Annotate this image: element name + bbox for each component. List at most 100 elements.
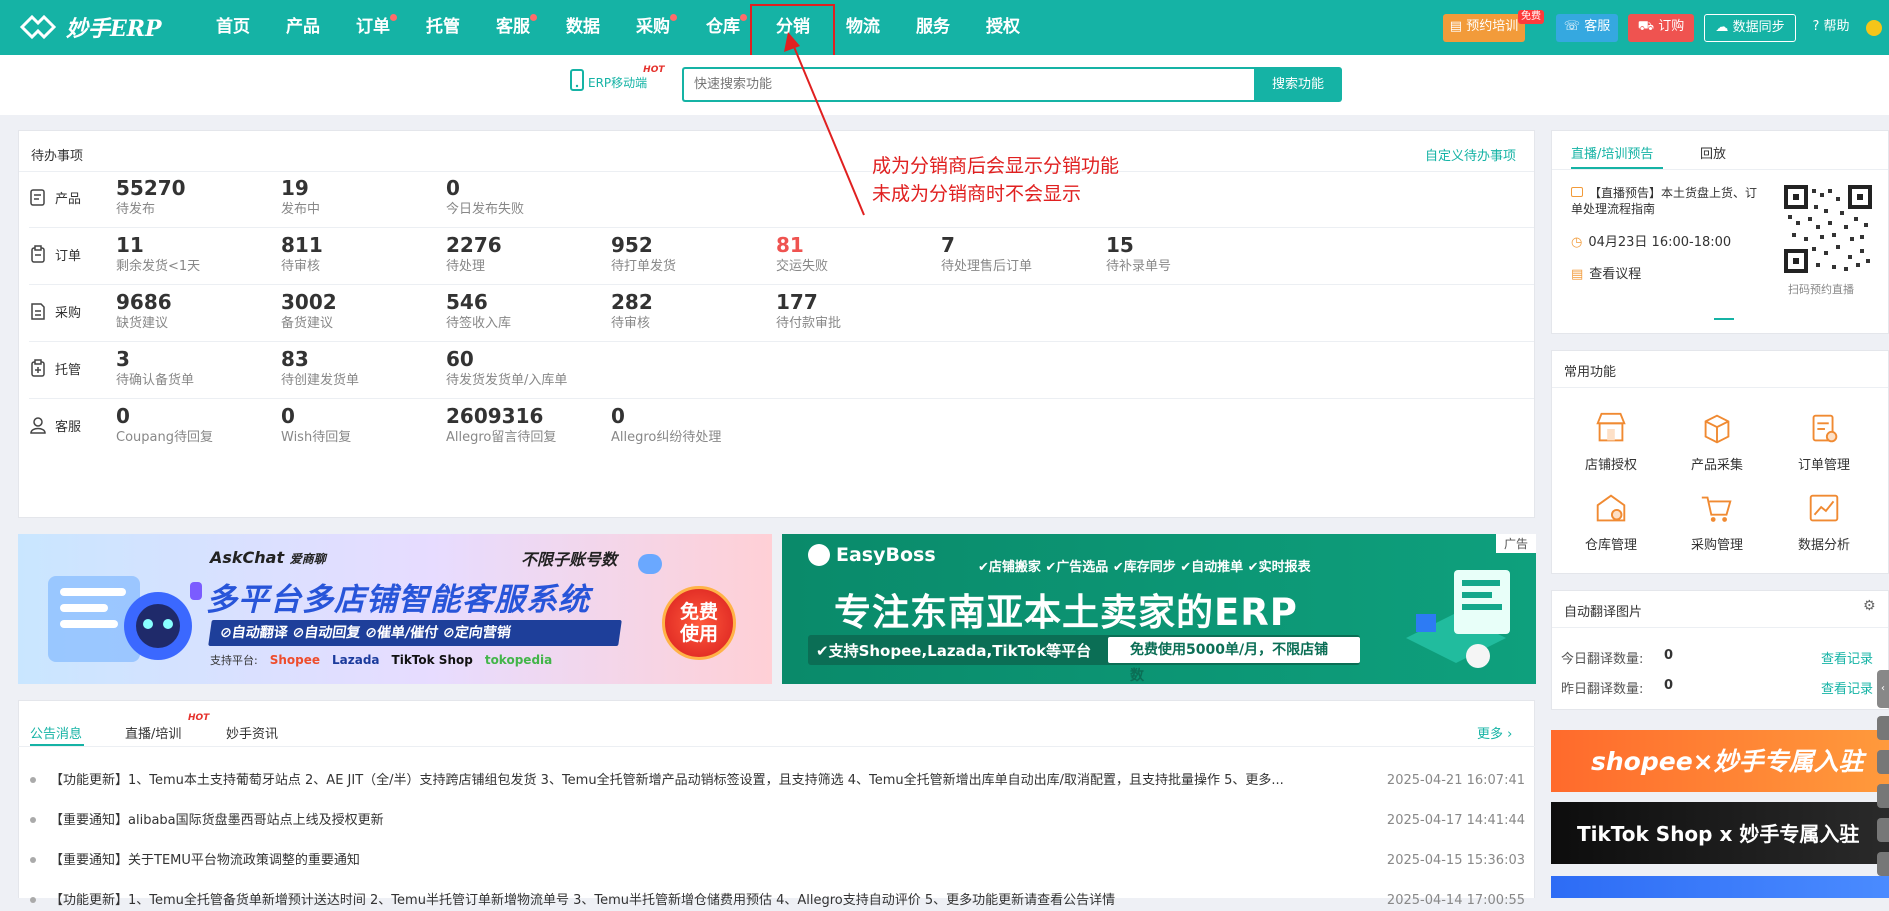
todo-row-label-text: 托管 [55, 363, 82, 378]
store-auth-icon [1596, 412, 1626, 442]
live-agenda-row[interactable]: ▤ 查看议程 [1571, 263, 1641, 282]
help-label: 帮助 [1823, 19, 1850, 34]
easyboss-banner[interactable]: EasyBoss 广告 ✔店铺搬家 ✔广告选品 ✔库存同步 ✔自动推单 ✔实时报… [782, 534, 1536, 684]
todo-row-label: 客服 [29, 416, 81, 435]
nav-item-5[interactable]: 数据 [553, 0, 613, 55]
todo-stat[interactable]: 282 待审核 [611, 289, 801, 333]
news-item[interactable]: 【功能更新】1、Temu全托管备货单新增预计送达时间 2、Temu半托管订单新增… [30, 891, 1525, 911]
qr-code-image[interactable] [1784, 185, 1872, 273]
help-button[interactable]: ? 帮助 [1806, 14, 1856, 42]
news-item[interactable]: 【重要通知】alibaba国际货盘墨西哥站点上线及授权更新 2025-04-17 … [30, 811, 1525, 831]
todo-stat[interactable]: 2276 待处理 [446, 232, 636, 276]
order-button[interactable]: ⛟ 订购 [1628, 14, 1694, 42]
news-item[interactable]: 【功能更新】1、Temu本土支持葡萄牙站点 2、AE JIT（全/半）支持跨店铺… [30, 771, 1525, 791]
nav-item-6[interactable]: 采购 [623, 0, 683, 55]
todo-stat[interactable]: 15 待补录单号 [1106, 232, 1296, 276]
nav-item-label: 服务 [916, 17, 950, 37]
todo-stat-label: 今日发布失败 [446, 202, 525, 217]
side-tool-3[interactable] [1877, 784, 1889, 808]
common-function-0[interactable]: 店铺授权 [1566, 410, 1656, 473]
todo-stat[interactable]: 19 发布中 [281, 175, 471, 219]
common-function-1[interactable]: 产品采集 [1672, 410, 1762, 473]
side-tool-2[interactable] [1877, 750, 1889, 774]
todo-stat[interactable]: 81 交运失败 [776, 232, 966, 276]
live-tab-preview[interactable]: 直播/培训预告 [1571, 143, 1653, 162]
news-item-date: 2025-04-14 17:00:55 [1386, 893, 1525, 908]
side-collapse-button[interactable]: ‹ [1877, 670, 1889, 708]
todo-stat-value: 11 [116, 233, 144, 257]
todo-row-2: 采购 9686 缺货建议 3002 备货建议 546 待签收入库 282 待审核 177 待付款审批 [29, 285, 1534, 342]
todo-stat-value: 19 [281, 176, 309, 200]
erp-mobile-link[interactable]: ERP移动端 HOT [570, 65, 669, 91]
customize-todo-link[interactable]: 自定义待办事项 [1425, 145, 1516, 164]
data-sync-button[interactable]: ☁ 数据同步 [1704, 14, 1796, 42]
askchat-banner[interactable]: AskChat 爱商聊 不限子账号数 多平台多店铺智能客服系统 ⊘自动翻译 ⊘自… [18, 534, 772, 684]
todo-stat[interactable]: 3002 备货建议 [281, 289, 471, 333]
service-button[interactable]: ☏ 客服 [1556, 14, 1618, 42]
news-item[interactable]: 【重要通知】关于TEMU平台物流政策调整的重要通知 2025-04-15 15:3… [30, 851, 1525, 871]
todo-stat[interactable]: 9686 缺货建议 [116, 289, 306, 333]
askchat-brand: AskChat 爱商聊 [210, 548, 326, 567]
brand-logo[interactable]: 妙手ERP [18, 10, 162, 44]
nav-item-0[interactable]: 首页 [203, 0, 263, 55]
nav-item-7[interactable]: 仓库 [693, 0, 753, 55]
common-function-2[interactable]: 订单管理 [1779, 410, 1869, 473]
side-tool-4[interactable] [1877, 818, 1889, 842]
nav-item-10[interactable]: 服务 [903, 0, 963, 55]
easyboss-headline: 专注东南亚本土卖家的ERP [834, 591, 1298, 634]
shopee-promo-banner[interactable]: shopee×妙手专属入驻 [1551, 730, 1889, 792]
todo-stat[interactable]: 7 待处理售后订单 [941, 232, 1131, 276]
nav-item-2[interactable]: 订单 [343, 0, 403, 55]
news-tab-1[interactable]: 直播/培训 HOT [125, 713, 209, 742]
order-label: 订购 [1658, 19, 1685, 34]
todo-stat[interactable]: 0 Wish待回复 [281, 403, 471, 447]
todo-stat-label: 待审核 [281, 259, 321, 274]
news-item-date: 2025-04-15 15:36:03 [1386, 853, 1525, 868]
todo-stat[interactable]: 83 待创建发货单 [281, 346, 471, 390]
chat-bubble-icon [638, 554, 662, 574]
nav-item-11[interactable]: 授权 [973, 0, 1033, 55]
todo-stat[interactable]: 55270 待发布 [116, 175, 306, 219]
todo-stat[interactable]: 546 待签收入库 [446, 289, 636, 333]
training-button[interactable]: ▤ 预约培训 [1443, 14, 1525, 42]
todo-stat[interactable]: 0 今日发布失败 [446, 175, 636, 219]
news-more-link[interactable]: 更多 › [1477, 723, 1512, 742]
settings-gear-icon[interactable]: ⚙ [1863, 598, 1876, 614]
news-tab-0[interactable]: 公告消息 [30, 723, 82, 742]
vip-avatar[interactable] [1866, 20, 1882, 36]
askchat-free-badge: 免费使用 [662, 586, 736, 660]
todo-stat[interactable]: 11 剩余发货<1天 [116, 232, 306, 276]
todo-stat[interactable]: 811 待审核 [281, 232, 471, 276]
todo-stat[interactable]: 3 待确认备货单 [116, 346, 306, 390]
product-collect-icon [1704, 414, 1730, 444]
common-function-5[interactable]: 数据分析 [1779, 490, 1869, 553]
cloud-icon: ☁ [1715, 20, 1729, 35]
side-tool-1[interactable] [1877, 716, 1889, 740]
nav-item-4[interactable]: 客服 [483, 0, 543, 55]
view-records-link[interactable]: 查看记录 [1821, 678, 1873, 697]
todo-stat[interactable]: 177 待付款审批 [776, 289, 966, 333]
common-function-4[interactable]: 采购管理 [1672, 490, 1762, 553]
side-tool-5[interactable] [1877, 852, 1889, 876]
view-records-link[interactable]: 查看记录 [1821, 648, 1873, 667]
tiktok-promo-banner[interactable]: TikTok Shop x 妙手专属入驻 [1551, 802, 1889, 864]
free-badge-label: 免费使用 [679, 601, 718, 645]
todo-stat[interactable]: 952 待打单发货 [611, 232, 801, 276]
common-function-3[interactable]: 仓库管理 [1566, 490, 1656, 553]
nav-item-3[interactable]: 托管 [413, 0, 473, 55]
nav-item-1[interactable]: 产品 [273, 0, 333, 55]
search-button[interactable]: 搜索功能 [1254, 67, 1342, 102]
search-input[interactable] [682, 67, 1254, 102]
blue-promo-banner[interactable] [1551, 876, 1889, 898]
live-tab-replay[interactable]: 回放 [1700, 143, 1726, 162]
live-event[interactable]: 【直播预告】本土货盘上货、订单处理流程指南 [1571, 185, 1761, 217]
carousel-indicator[interactable] [1714, 318, 1734, 320]
todo-stat[interactable]: 0 Allegro纠纷待处理 [611, 403, 801, 447]
todo-stat[interactable]: 2609316 Allegro留言待回复 [446, 403, 636, 447]
common-function-label: 产品采集 [1690, 458, 1743, 473]
news-tab-2[interactable]: 妙手资讯 [226, 723, 278, 742]
logo-icon [19, 14, 57, 40]
todo-stat-value: 0 [446, 176, 460, 200]
todo-stat[interactable]: 60 待发货发货单/入库单 [446, 346, 636, 390]
todo-stat[interactable]: 0 Coupang待回复 [116, 403, 306, 447]
